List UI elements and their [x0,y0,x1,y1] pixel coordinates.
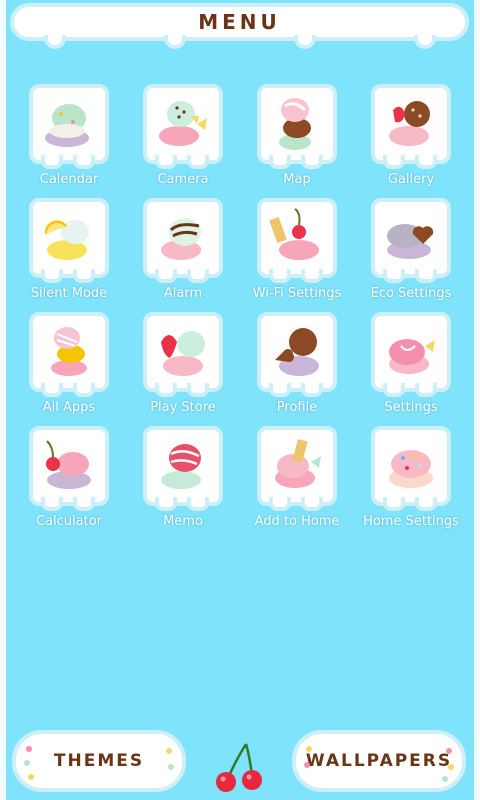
app-tile[interactable] [143,426,223,511]
app-tile[interactable] [29,84,109,169]
app-map[interactable]: Map [240,82,354,196]
app-tile[interactable] [371,198,451,283]
app-label: Calculator [35,514,102,529]
app-label: Map [283,172,311,187]
app-tile[interactable] [143,84,223,169]
app-label: Settings [384,400,438,415]
app-tile[interactable] [371,312,451,397]
ice-cream-lemon-icon [44,220,89,260]
app-label: Home Settings [363,514,459,529]
app-tile[interactable] [371,84,451,169]
ice-cream-strawberry-mint-icon [161,331,205,376]
app-settings[interactable]: Settings [354,310,468,424]
ice-cream-strawberry-icon [159,101,207,146]
app-label: Silent Mode [30,286,108,301]
ice-cream-stack-icon [279,98,311,150]
app-eco-settings[interactable]: Eco Settings [354,196,468,310]
app-label: Camera [157,172,209,187]
ice-cream-sprinkles-icon [389,450,433,488]
app-calendar[interactable]: Calendar [12,82,126,196]
ice-cream-tower-icon [51,327,87,376]
app-all-apps[interactable]: All Apps [12,310,126,424]
ice-cream-cherry-wafer-icon [269,208,319,260]
themes-label: THEMES [53,751,145,771]
ice-cream-mint-icon [45,104,89,147]
ice-cream-swirl-icon [161,218,201,260]
sprinkle [442,776,448,782]
app-tile[interactable] [371,426,451,511]
app-alarm[interactable]: Alarm [126,196,240,310]
app-calculator[interactable]: Calculator [12,424,126,538]
app-label: Play Store [150,400,216,415]
app-silent-mode[interactable]: Silent Mode [12,196,126,310]
app-label: Gallery [387,172,435,187]
app-memo[interactable]: Memo [126,424,240,538]
header-drips [14,35,465,49]
ice-cream-cookie-icon [389,101,430,146]
sprinkle [304,762,310,768]
app-home-settings[interactable]: Home Settings [354,424,468,538]
drip [164,35,186,49]
app-label: Profile [276,400,318,415]
app-label: Add to Home [254,514,340,529]
app-profile[interactable]: Profile [240,310,354,424]
wallpapers-label: WALLPAPERS [305,751,453,771]
ice-cream-raspberry-icon [161,444,201,489]
cherry-icon [216,743,262,792]
app-tile[interactable] [29,312,109,397]
app-camera[interactable]: Camera [126,82,240,196]
drip [294,35,316,49]
app-add-to-home[interactable]: Add to Home [240,424,354,538]
drip [44,35,66,49]
ice-cream-wafer-bow-icon [275,439,321,488]
ice-cream-chocolate-icon [275,328,319,376]
menu-header: MENU [10,3,469,49]
app-tile[interactable] [257,198,337,283]
app-tile[interactable] [143,312,223,397]
right-edge [474,0,480,800]
app-label: Wi-Fi Settings [252,286,342,301]
app-label: Calendar [39,172,99,187]
sprinkle [168,764,174,770]
sprinkle [26,746,32,752]
app-tile[interactable] [143,198,223,283]
left-edge [0,0,6,800]
app-label: Eco Settings [370,286,452,301]
app-label: Alarm [163,286,203,301]
sprinkle [448,764,454,770]
drip [414,35,436,49]
app-wifi-settings[interactable]: Wi-Fi Settings [240,196,354,310]
app-tile[interactable] [29,426,109,511]
ice-cream-bow-icon [389,339,435,374]
app-label: Memo [163,514,203,529]
sprinkle [28,774,34,780]
app-tile[interactable] [257,84,337,169]
app-tile[interactable] [29,198,109,283]
wallpapers-button[interactable]: WALLPAPERS [292,730,466,792]
app-gallery[interactable]: Gallery [354,82,468,196]
app-tile[interactable] [257,312,337,397]
sprinkle [306,746,312,752]
app-grid: Calendar Camera Map Gallery Silent Mode … [12,82,468,538]
app-label: All Apps [42,400,96,415]
themes-button[interactable]: THEMES [12,730,186,792]
menu-title: MENU [198,10,281,34]
app-play-store[interactable]: Play Store [126,310,240,424]
ice-cream-heart-icon [387,224,434,259]
sprinkle [446,748,452,754]
sprinkle [166,748,172,754]
sprinkle [24,760,30,766]
app-tile[interactable] [257,426,337,511]
ice-cream-cherry-icon [46,440,91,489]
